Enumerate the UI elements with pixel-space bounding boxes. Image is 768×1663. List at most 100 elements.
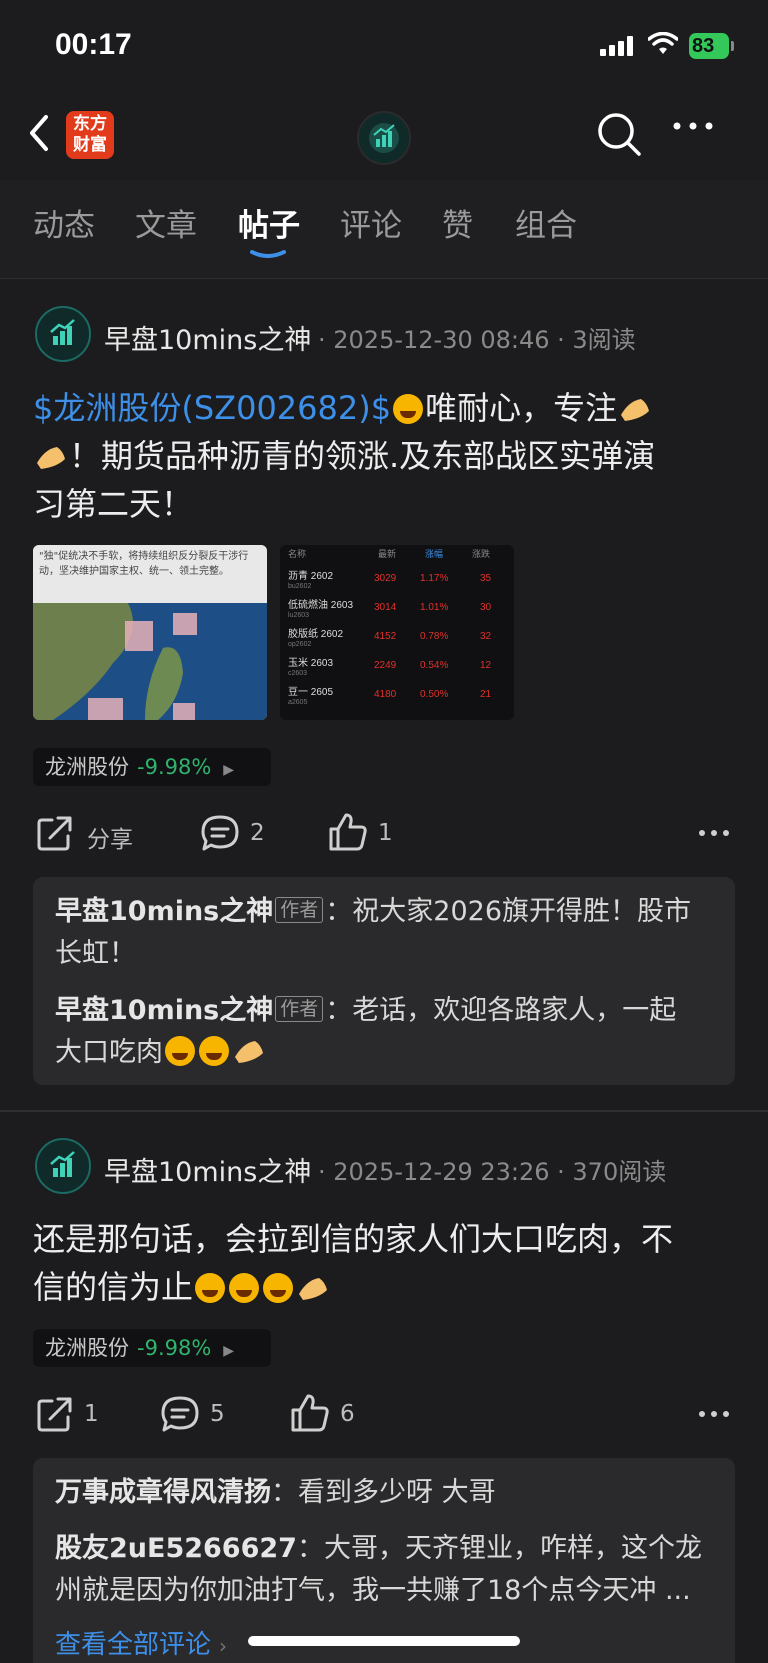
like-count[interactable]: 1 — [378, 820, 393, 846]
smile-emoji-icon — [199, 1036, 229, 1066]
table-cell-extra: 32 — [480, 631, 492, 642]
chip-stock-name: 龙洲股份 — [45, 755, 129, 779]
tab-portfolio[interactable]: 组合 — [515, 200, 577, 245]
post-body[interactable]: 还是那句话，会拉到信的家人们大口吃肉，不 信的信为止 — [33, 1215, 743, 1311]
home-indicator[interactable] — [248, 1636, 520, 1646]
tab-likes[interactable]: 赞 — [442, 200, 473, 245]
comment-item[interactable]: 万事成章得风清扬：看到多少呀 大哥 — [55, 1472, 725, 1514]
share-label[interactable]: 分享 — [87, 820, 133, 854]
chip-arrow-icon: ▶ — [223, 762, 235, 778]
pray-hands-icon — [235, 1041, 263, 1063]
post-author-avatar[interactable] — [35, 1138, 91, 1194]
table-header: 最新 — [378, 548, 396, 559]
comment-item[interactable]: 早盘10mins之神 作者 ：老话，欢迎各路家人，一起 大口吃肉 — [55, 990, 725, 1074]
comment-text-cont: 长虹！ — [55, 938, 136, 969]
table-cell-code: a2605 — [288, 699, 308, 706]
stock-link[interactable]: $龙洲股份(SZ002682)$ — [33, 389, 391, 427]
share-icon[interactable] — [36, 814, 74, 852]
table-cell-name: 玉米 2603 — [288, 656, 333, 669]
table-cell-change: 0.50% — [420, 689, 448, 700]
back-arrow-icon[interactable] — [26, 113, 52, 153]
wifi-icon — [648, 32, 678, 54]
tab-articles[interactable]: 文章 — [135, 200, 197, 245]
comment-icon[interactable] — [200, 814, 240, 852]
app-logo[interactable]: 东方 财富 — [66, 111, 114, 159]
comment-text-cont: 大口吃肉 — [55, 1037, 163, 1068]
post-image-futures-table[interactable]: 名称 最新 涨幅 涨跌 沥青 2602 bu2602 3029 1.17% 35 低硫燃油 260… — [280, 545, 514, 720]
stock-chip[interactable]: 龙洲股份 -9.98% ▶ — [33, 748, 271, 786]
comment-text: ：大哥，天齐锂业，咋样，这个龙 — [296, 1533, 702, 1564]
table-cell-name: 豆一 2605 — [288, 686, 333, 698]
table-header: 名称 — [288, 548, 306, 559]
post-author-avatar[interactable] — [35, 306, 91, 362]
post-divider — [0, 1110, 768, 1112]
search-icon[interactable] — [596, 111, 642, 157]
chip-arrow-icon: ▶ — [223, 1343, 235, 1359]
comment-icon[interactable] — [160, 1395, 200, 1433]
like-icon[interactable] — [328, 812, 368, 852]
battery-tip — [731, 41, 734, 51]
post-text-line1: 唯耐心，专注 — [425, 389, 618, 427]
author-tag: 作者 — [275, 897, 324, 923]
table-cell-price: 2249 — [374, 660, 397, 671]
table-cell-price: 4152 — [374, 631, 397, 642]
comment-author[interactable]: 早盘10mins之神 — [55, 896, 273, 927]
comment-count[interactable]: 5 — [210, 1401, 225, 1427]
tab-posts[interactable]: 帖子 — [238, 200, 300, 245]
post-author-name[interactable]: 早盘10mins之神 — [104, 318, 311, 357]
comment-text: ：看到多少呀 大哥 — [271, 1477, 496, 1508]
table-cell-extra: 12 — [480, 660, 492, 671]
post-more-icon[interactable] — [698, 828, 730, 838]
chart-logo-icon — [50, 1151, 75, 1177]
grin-emoji-icon — [263, 1273, 294, 1303]
post-text-line3: 习第二天！ — [33, 485, 194, 523]
status-time: 00:17 — [55, 28, 132, 61]
tab-activity[interactable]: 动态 — [33, 200, 95, 245]
logo-line1: 东方 — [73, 114, 107, 134]
post-meta: · 2025-12-29 23:26 · 370阅读 — [318, 1158, 667, 1186]
table-cell-change: 0.54% — [420, 660, 448, 671]
comment-item[interactable]: 股友2uE5266627：大哥，天齐锂业，咋样，这个龙 州就是因为你加油打气，我… — [55, 1528, 725, 1612]
view-all-label: 查看全部评论 — [55, 1630, 212, 1660]
table-cell-change: 1.17% — [420, 573, 448, 584]
table-cell-price: 4180 — [374, 689, 397, 700]
post-author-name[interactable]: 早盘10mins之神 — [104, 1150, 311, 1189]
more-options-icon[interactable] — [672, 120, 714, 132]
profile-avatar[interactable] — [357, 111, 411, 165]
signal-icon — [600, 36, 633, 56]
post-image-map[interactable]: "独"促统决不手软，将持续组织反分裂反干涉行动，坚决维护国家主权、统一、领土完整… — [33, 545, 267, 720]
post-text-line2: 信的信为止 — [33, 1268, 194, 1306]
share-count[interactable]: 1 — [84, 1401, 99, 1427]
comment-author[interactable]: 万事成章得风清扬 — [55, 1477, 271, 1508]
table-cell-code: op2602 — [288, 641, 311, 648]
post-text-line2: ！期货品种沥青的领涨.及东部战区实弹演 — [69, 437, 656, 475]
tab-comments[interactable]: 评论 — [340, 200, 402, 245]
grin-emoji-icon — [229, 1273, 260, 1303]
like-count[interactable]: 6 — [340, 1401, 355, 1427]
pray-hands-icon — [299, 1278, 328, 1300]
comment-author[interactable]: 早盘10mins之神 — [55, 995, 273, 1026]
logo-line2: 财富 — [73, 135, 107, 155]
table-header: 涨跌 — [472, 549, 490, 559]
table-header: 涨幅 — [425, 548, 443, 559]
map-graphic — [33, 603, 267, 720]
grin-emoji-icon — [195, 1273, 226, 1303]
stock-chip[interactable]: 龙洲股份 -9.98% ▶ — [33, 1329, 271, 1367]
table-cell-change: 0.78% — [420, 631, 448, 642]
comment-count[interactable]: 2 — [250, 820, 265, 846]
like-icon[interactable] — [290, 1393, 330, 1433]
comment-text: ：老话，欢迎各路家人，一起 — [325, 995, 677, 1026]
comment-text-cont: 州就是因为你加油打气，我一共赚了18个点今天冲 ... — [55, 1575, 691, 1606]
chevron-right-icon: › — [219, 1634, 228, 1658]
image-caption: "独"促统决不手软，将持续组织反分裂反干涉行动，坚决维护国家主权、统一、领土完整… — [33, 545, 267, 603]
pray-hands-icon — [37, 447, 65, 469]
post-more-icon[interactable] — [698, 1409, 730, 1419]
comment-author[interactable]: 股友2uE5266627 — [55, 1533, 297, 1564]
chip-change-pct: -9.98% — [137, 755, 212, 779]
post-body[interactable]: $龙洲股份(SZ002682)$ 唯耐心，专注 ！期货品种沥青的领涨.及东部战区实… — [33, 384, 743, 528]
comment-item[interactable]: 早盘10mins之神 作者 ：祝大家2026旗开得胜！股市 长虹！ — [55, 891, 725, 975]
chip-stock-name: 龙洲股份 — [45, 1336, 129, 1360]
share-icon[interactable] — [36, 1395, 74, 1433]
chart-logo-icon — [369, 123, 399, 153]
view-all-comments-link[interactable]: 查看全部评论 › — [55, 1624, 227, 1661]
